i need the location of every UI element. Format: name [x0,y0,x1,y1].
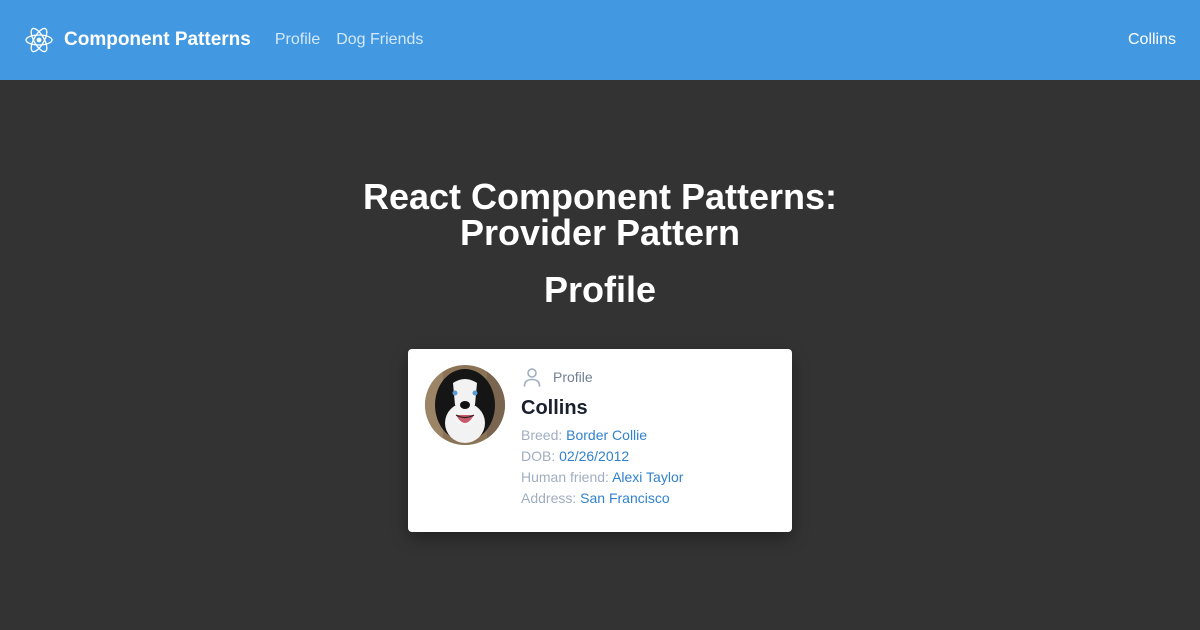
card-label-row: Profile [521,365,683,389]
detail-address: Address: San Francisco [521,488,683,509]
detail-breed: Breed: Border Collie [521,425,683,446]
detail-key: Breed: [521,427,563,443]
profile-card: Profile Collins Breed: Border Collie DOB… [408,349,792,532]
navbar: Component Patterns Profile Dog Friends C… [0,0,1200,80]
detail-list: Breed: Border Collie DOB: 02/26/2012 Hum… [521,425,683,509]
card-body: Profile Collins Breed: Border Collie DOB… [521,365,683,509]
nav-links: Profile Dog Friends [275,31,440,49]
section-title: Profile [543,269,657,310]
detail-value: San Francisco [580,490,670,506]
detail-key: Human friend: [521,469,609,485]
page-title-line2: Provider Pattern [459,212,741,253]
dog-name: Collins [521,397,588,419]
react-atom-icon [24,25,54,55]
nav-user-name[interactable]: Collins [1128,31,1176,49]
brand-title: Component Patterns [64,29,251,50]
detail-key: Address: [521,490,577,506]
page-title-line1: React Component Patterns: [362,176,838,217]
user-icon [521,366,543,388]
dog-avatar [425,365,505,445]
brand-link[interactable]: Component Patterns [24,25,251,55]
nav-link-profile[interactable]: Profile [275,31,320,49]
main-content: React Component Patterns: Provider Patte… [0,80,1200,532]
detail-dob: DOB: 02/26/2012 [521,446,683,467]
detail-key: DOB: [521,448,556,464]
detail-value: 02/26/2012 [559,448,630,464]
detail-value: Alexi Taylor [612,469,684,485]
detail-value: Border Collie [566,427,648,443]
detail-human-friend: Human friend: Alexi Taylor [521,467,683,488]
nav-link-dog-friends[interactable]: Dog Friends [336,31,423,49]
page-title: React Component Patterns: Provider Patte… [0,179,1200,251]
card-label: Profile [553,369,593,385]
